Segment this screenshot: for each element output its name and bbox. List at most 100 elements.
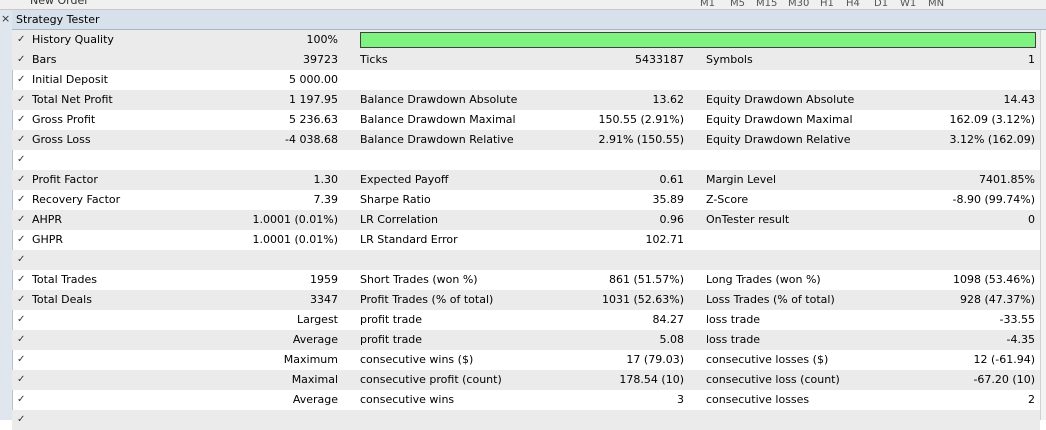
check-icon[interactable]: ✓ xyxy=(17,410,27,430)
stat-label: consecutive wins ($) xyxy=(360,353,474,366)
stat-value: 162.09 (3.12%) xyxy=(949,113,1035,126)
stat-value: Maximum xyxy=(283,353,338,366)
stat-value: 1 197.95 xyxy=(289,93,338,106)
stat-value: 5 236.63 xyxy=(289,113,338,126)
stat-value: -4.35 xyxy=(1006,333,1035,346)
table-row: ✓ Largest profit trade 84.27 loss trade -33.5… xyxy=(12,310,1040,330)
stat-value: 150.55 (2.91%) xyxy=(598,113,684,126)
stat-value: 84.27 xyxy=(652,313,685,326)
new-order-button[interactable]: New Order xyxy=(30,0,89,8)
stat-label: AHPR xyxy=(32,213,63,226)
stat-label: Symbols xyxy=(706,53,753,66)
panel-header: Strategy Tester xyxy=(12,10,1046,30)
stat-label: Long Trades (won %) xyxy=(706,273,821,286)
vertical-scrollbar[interactable] xyxy=(1040,30,1046,420)
stat-label: consecutive loss (count) xyxy=(706,373,840,386)
stat-value: 14.43 xyxy=(1003,93,1036,106)
check-icon[interactable]: ✓ xyxy=(17,230,27,250)
stat-label: LR Standard Error xyxy=(360,233,458,246)
stat-value: 928 (47.37%) xyxy=(959,293,1035,306)
stat-value: 1 xyxy=(1028,53,1035,66)
stat-label: consecutive profit (count) xyxy=(360,373,502,386)
stat-value: 861 (51.57%) xyxy=(608,273,684,286)
stat-label: Expected Payoff xyxy=(360,173,449,186)
check-icon[interactable]: ✓ xyxy=(17,330,27,350)
stat-label: Gross Loss xyxy=(32,133,91,146)
table-row: ✓ Initial Deposit 5 000.00 xyxy=(12,70,1040,90)
stat-value: 2 xyxy=(1028,393,1035,406)
table-row: ✓ Average profit trade 5.08 loss trade -4.35 xyxy=(12,330,1040,350)
timeframe-m30[interactable]: M30 xyxy=(788,0,809,9)
table-row: ✓ xyxy=(12,150,1040,170)
check-icon[interactable]: ✓ xyxy=(17,370,27,390)
stat-value: 3347 xyxy=(310,293,338,306)
table-row: ✓ Maximal consecutive profit (count) 178.54… xyxy=(12,370,1040,390)
stat-label: Total Deals xyxy=(32,293,92,306)
stat-value: 13.62 xyxy=(652,93,685,106)
stat-label: GHPR xyxy=(32,233,64,246)
stat-value: -4 038.68 xyxy=(285,133,338,146)
check-icon[interactable]: ✓ xyxy=(17,50,27,70)
stat-label: profit trade xyxy=(360,313,423,326)
check-icon[interactable]: ✓ xyxy=(17,250,27,270)
stat-value: 12 (-61.94) xyxy=(973,353,1035,366)
stat-label: Ticks xyxy=(360,53,388,66)
timeframe-d1[interactable]: D1 xyxy=(874,0,888,9)
panel-title: Strategy Tester xyxy=(16,13,100,26)
stat-label: loss trade xyxy=(706,313,761,326)
check-icon[interactable]: ✓ xyxy=(17,170,27,190)
table-row: ✓ Bars 39723 Ticks 5433187 Symbols 1 xyxy=(12,50,1040,70)
table-row: ✓ Profit Factor 1.30 Expected Payoff 0.61 Mar… xyxy=(12,170,1040,190)
stat-value: 1.30 xyxy=(313,173,339,186)
timeframe-m5[interactable]: M5 xyxy=(730,0,745,9)
check-icon[interactable]: ✓ xyxy=(17,350,27,370)
check-icon[interactable]: ✓ xyxy=(17,290,27,310)
close-icon[interactable]: × xyxy=(1,12,10,25)
table-row: ✓ xyxy=(12,250,1040,270)
stat-value: 39723 xyxy=(303,53,338,66)
check-icon[interactable]: ✓ xyxy=(17,190,27,210)
check-icon[interactable]: ✓ xyxy=(17,150,27,170)
stat-value: 5 000.00 xyxy=(289,73,338,86)
check-icon[interactable]: ✓ xyxy=(17,110,27,130)
table-row: ✓ Total Trades 1959 Short Trades (won %) 861… xyxy=(12,270,1040,290)
timeframe-h4[interactable]: H4 xyxy=(846,0,860,9)
check-icon[interactable]: ✓ xyxy=(17,130,27,150)
timeframe-mn[interactable]: MN xyxy=(928,0,944,9)
stat-value: 0.96 xyxy=(659,213,685,226)
check-icon[interactable]: ✓ xyxy=(17,210,27,230)
stat-value: 17 (79.03) xyxy=(626,353,684,366)
stat-label: LR Correlation xyxy=(360,213,438,226)
stat-value: Average xyxy=(292,393,338,406)
check-icon[interactable]: ✓ xyxy=(17,90,27,110)
check-icon[interactable]: ✓ xyxy=(17,270,27,290)
stat-label: OnTester result xyxy=(706,213,790,226)
stat-label: Profit Trades (% of total) xyxy=(360,293,494,306)
stat-value: 1098 (53.46%) xyxy=(952,273,1035,286)
stat-value: 1959 xyxy=(310,273,338,286)
timeframe-m1[interactable]: M1 xyxy=(700,0,715,9)
history-quality-label: History Quality xyxy=(32,33,114,46)
table-row: ✓ Total Deals 3347 Profit Trades (% of tota… xyxy=(12,290,1040,310)
stats-rows: ✓ Bars 39723 Ticks 5433187 Symbols 1 ✓ Initial D… xyxy=(12,50,1040,430)
stat-label: profit trade xyxy=(360,333,423,346)
check-icon[interactable]: ✓ xyxy=(17,310,27,330)
table-row: ✓ AHPR 1.0001 (0.01%) LR Correlation 0.96 OnT… xyxy=(12,210,1040,230)
table-row: ✓ Gross Profit 5 236.63 Balance Drawdown Ma… xyxy=(12,110,1040,130)
stat-value: 102.71 xyxy=(645,233,685,246)
timeframe-h1[interactable]: H1 xyxy=(820,0,834,9)
check-icon[interactable]: ✓ xyxy=(17,70,27,90)
timeframe-m15[interactable]: M15 xyxy=(756,0,777,9)
stat-label: Loss Trades (% of total) xyxy=(706,293,835,306)
stat-value: Largest xyxy=(297,313,338,326)
check-icon[interactable]: ✓ xyxy=(17,390,27,410)
timeframe-w1[interactable]: W1 xyxy=(900,0,916,9)
history-quality-row: ✓ History Quality 100% xyxy=(12,30,1040,50)
stat-label: consecutive losses ($) xyxy=(706,353,829,366)
stat-value: 178.54 (10) xyxy=(619,373,684,386)
stat-value: -33.55 xyxy=(999,313,1035,326)
stat-value: 3 xyxy=(677,393,684,406)
check-icon[interactable]: ✓ xyxy=(17,30,27,50)
stat-value: Average xyxy=(292,333,338,346)
stat-label: Total Net Profit xyxy=(32,93,113,106)
